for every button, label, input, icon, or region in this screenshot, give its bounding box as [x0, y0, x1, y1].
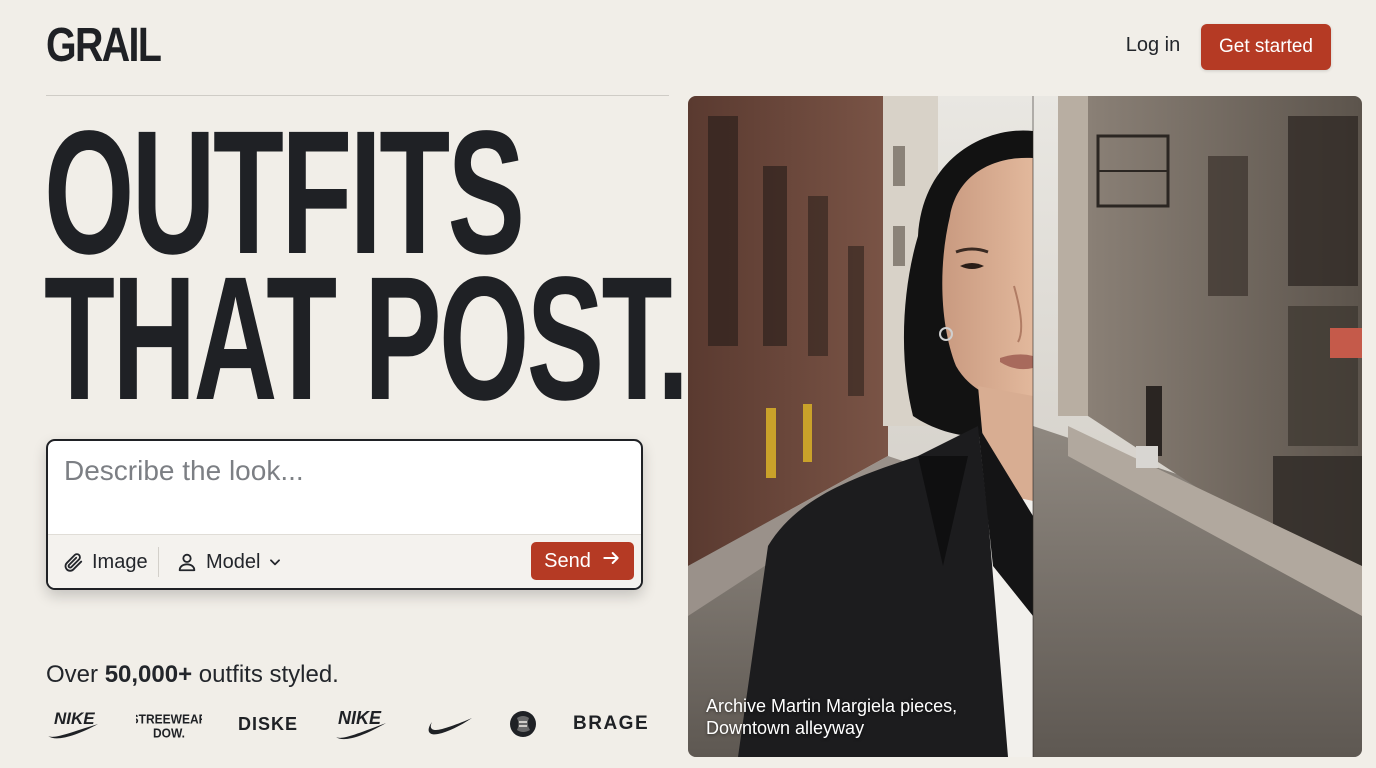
prompt-box: Image Model Send [46, 439, 643, 590]
emblem-icon [508, 706, 538, 742]
person-icon [176, 551, 198, 573]
brand-logo-nike-2: NIKE [334, 706, 388, 742]
brand-brage-text: BRAGE [573, 713, 650, 734]
caption-line-1: Archive Martin Margiela pieces, [706, 696, 958, 716]
model-dropdown[interactable]: Model [176, 548, 282, 576]
brand-streewear-line1: STREEWEAR [136, 712, 202, 727]
send-button[interactable]: Send [531, 542, 634, 580]
brand-logo-row: NIKE STREEWEAR DOW. DISKE NIKE BRAGE [46, 706, 648, 742]
login-link[interactable]: Log in [1118, 34, 1188, 60]
describe-look-input[interactable] [64, 455, 624, 525]
grail-logo[interactable]: GRAIL [46, 22, 162, 70]
brand-logo-diske: DISKE [238, 706, 298, 742]
stats-count: 50,000+ [104, 661, 193, 688]
send-label: Send [544, 549, 591, 572]
image-attach-button[interactable]: Image [62, 548, 148, 576]
photo-caption: Archive Martin Margiela pieces, Downtown… [706, 695, 1006, 739]
stats-prefix: Over [46, 661, 99, 688]
brand-nike-2-text: NIKE [338, 708, 382, 728]
brand-logo-streewear: STREEWEAR DOW. [136, 706, 202, 742]
arrow-right-icon [601, 548, 621, 574]
stats-suffix: outfits styled. [198, 661, 339, 688]
get-started-button[interactable]: Get started [1201, 24, 1331, 70]
swoosh-icon [424, 706, 474, 742]
brand-logo-brage: BRAGE [573, 706, 648, 742]
chevron-down-icon [268, 555, 282, 569]
alley-portrait-image [688, 96, 1362, 757]
toolbar-separator [158, 547, 159, 577]
hero-headline: OUTFITS THAT POST. [44, 105, 689, 437]
brand-nike-1-text: NIKE [54, 709, 95, 728]
caption-line-2: Downtown alleyway [706, 718, 865, 738]
brand-logo-nike-1: NIKE [46, 706, 100, 742]
brand-streewear-line2: DOW. [153, 726, 185, 740]
social-proof-text: Over 50,000+ outfits styled. [46, 661, 339, 689]
headline-line-2: THAT POST. [44, 241, 689, 437]
hero-photo: Archive Martin Margiela pieces, Downtown… [688, 96, 1362, 757]
prompt-toolbar: Image Model Send [48, 534, 641, 588]
image-label: Image [92, 550, 148, 573]
brand-diske-text: DISKE [238, 713, 299, 734]
model-label: Model [206, 550, 261, 573]
paperclip-icon [62, 551, 84, 573]
